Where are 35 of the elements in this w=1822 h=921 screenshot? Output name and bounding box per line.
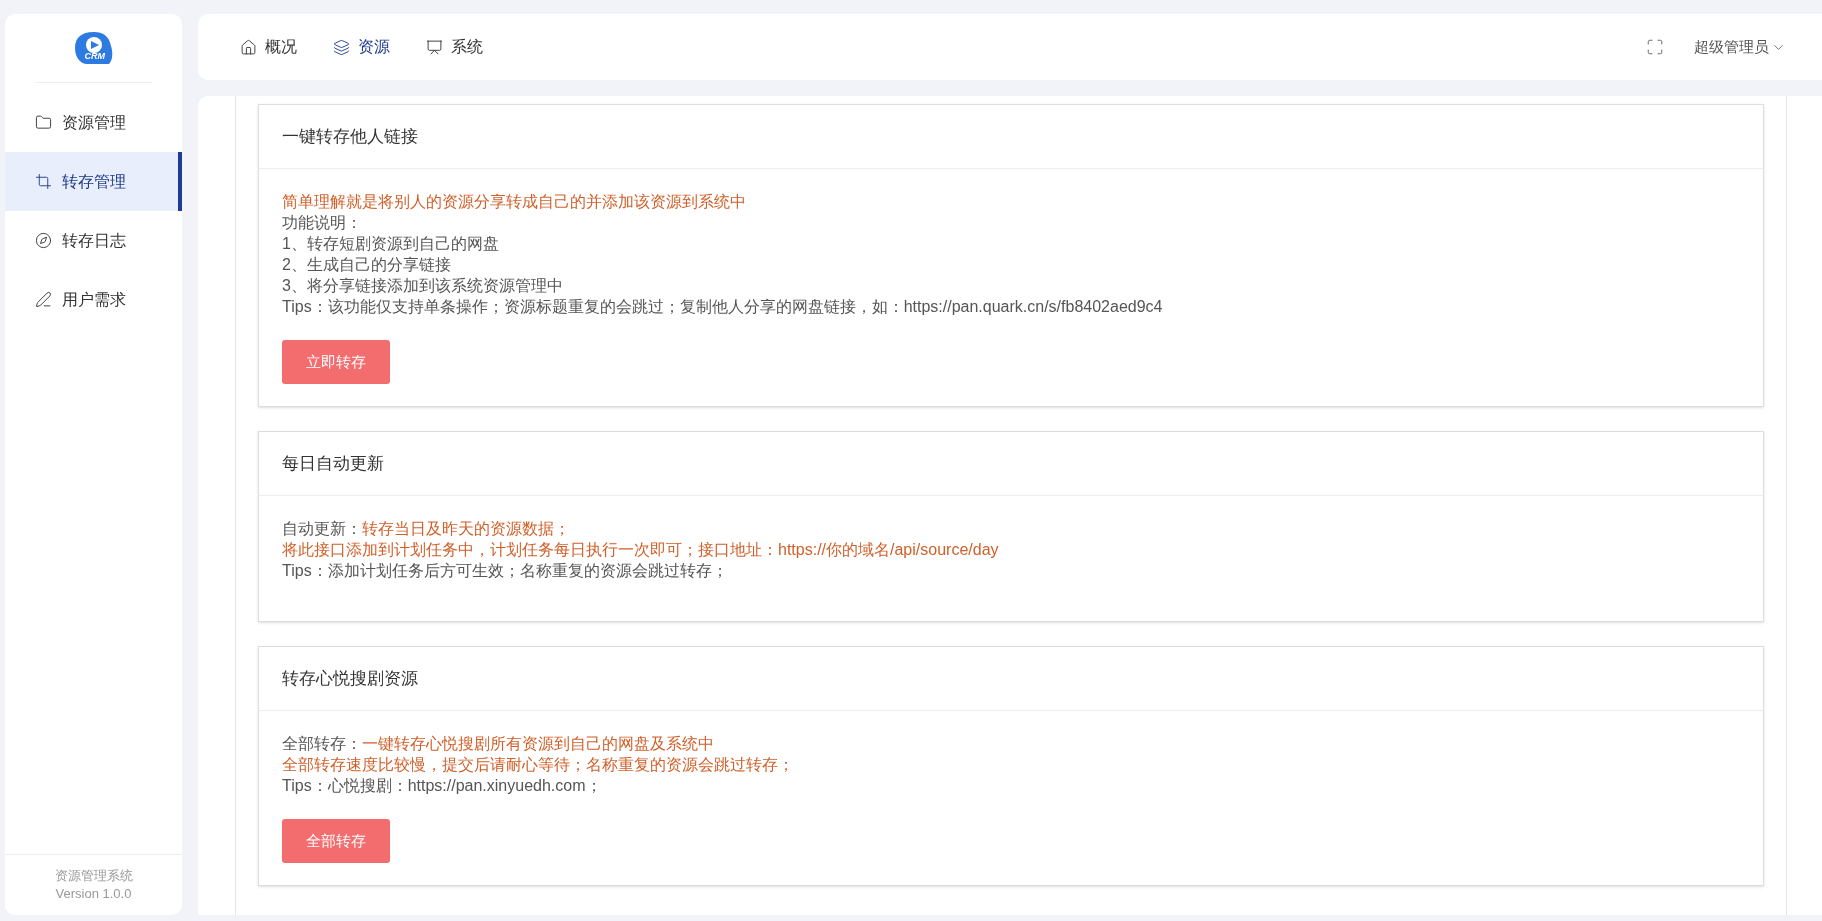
crop-icon [35, 173, 52, 190]
stack-icon [333, 38, 350, 56]
card-title: 一键转存他人链接 [282, 125, 418, 148]
nav-tab[interactable]: 概况 [240, 35, 297, 59]
card-title: 转存心悦搜剧资源 [282, 667, 418, 690]
compass-icon [35, 232, 52, 249]
monitor-icon [426, 38, 443, 56]
sidebar-item[interactable]: 转存日志 [5, 211, 182, 270]
description-line: 全部转存速度比较慢，提交后请耐心等待；名称重复的资源会跳过转存； [282, 755, 795, 775]
sidebar-footer-text: 资源管理系统 [54, 867, 133, 885]
nav-tab[interactable]: 资源 [333, 35, 390, 59]
description-line: 3、将分享链接添加到该系统资源管理中 [282, 276, 564, 296]
user-menu[interactable]: 超级管理员 [1694, 35, 1786, 59]
logo-text: CRM [84, 52, 105, 61]
description-line: Tips：添加计划任务后方可生效；名称重复的资源会跳过转存； [282, 561, 729, 581]
description-line: Tips：心悦搜剧：https://pan.xinyuedh.com； [282, 776, 603, 796]
description-line: 简单理解就是将别人的资源分享转成自己的并添加该资源到系统中 [282, 192, 747, 212]
home-icon [240, 38, 257, 56]
logo-icon [72, 30, 115, 66]
folder-icon [35, 114, 52, 131]
description-line: 功能说明： [282, 213, 363, 233]
sidebar-footer-text: Version 1.0.0 [55, 885, 132, 903]
description-line: 1、转存短剧资源到自己的网盘 [282, 234, 500, 254]
fullscreen-icon[interactable] [1646, 38, 1664, 56]
pen-icon [35, 291, 52, 308]
nav-tab[interactable]: 系统 [426, 35, 483, 59]
description-line: 2、生成自己的分享链接 [282, 255, 452, 275]
description-line: 自动更新：转存当日及昨天的资源数据； [282, 519, 571, 539]
sidebar-item[interactable]: 用户需求 [5, 270, 182, 329]
sidebar-item[interactable]: 资源管理 [5, 93, 182, 152]
description-line: Tips：该功能仅支持单条操作；资源标题重复的会跳过；复制他人分享的网盘链接，如：https://pan.quark.cn/s/fb8402aed9c4 [282, 297, 1164, 317]
description-line: 将此接口添加到计划任务中，计划任务每日执行一次即可；接口地址：https://你的域名/api/source/day [282, 540, 1000, 560]
sidebar-item[interactable]: 转存管理 [5, 152, 182, 211]
card-title: 每日自动更新 [282, 452, 384, 475]
description-line: 全部转存：一键转存心悦搜剧所有资源到自己的网盘及系统中 [282, 734, 715, 754]
